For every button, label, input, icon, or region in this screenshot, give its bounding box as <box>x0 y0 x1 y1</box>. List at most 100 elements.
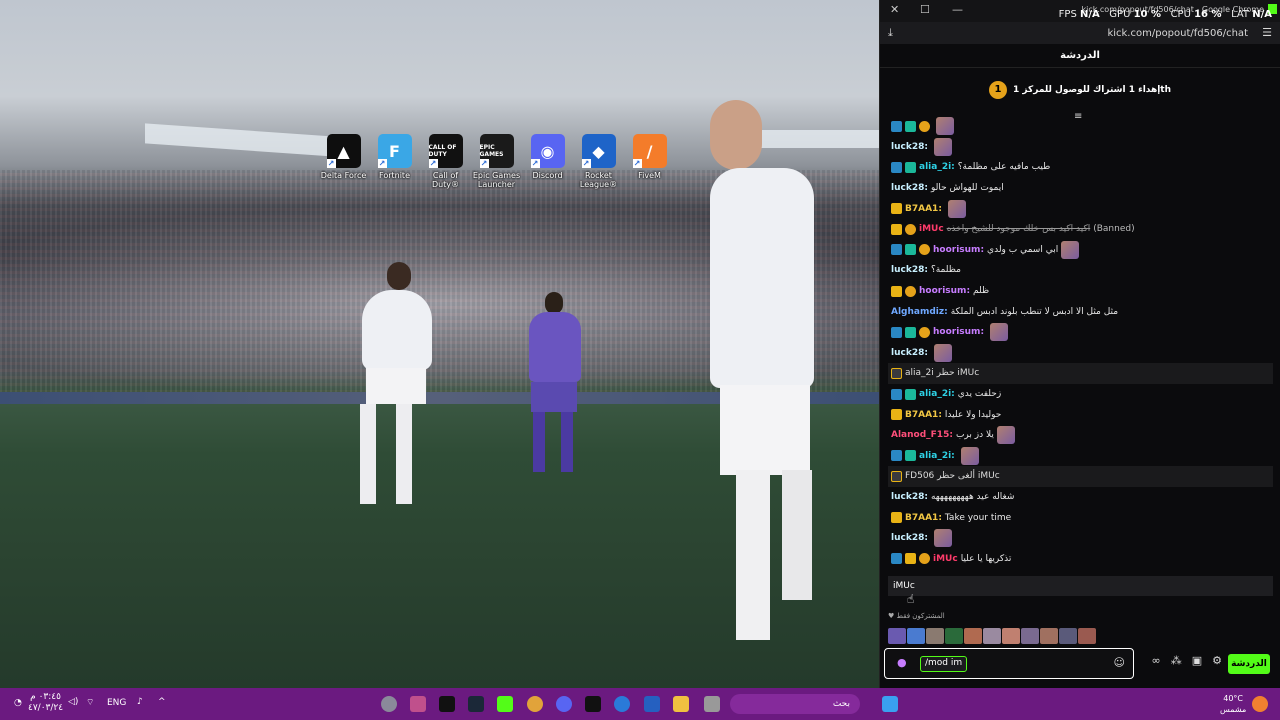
chat-message[interactable]: alia_2i: <box>888 446 1273 467</box>
emote-thumbnail[interactable] <box>1021 628 1039 644</box>
download-icon[interactable]: ⤓ <box>888 26 893 40</box>
chat-message[interactable]: B7AA1: <box>888 198 1273 219</box>
emote-thumbnail[interactable] <box>888 628 906 644</box>
settings-taskbar-icon[interactable] <box>381 696 397 712</box>
chat-message[interactable]: alia_2i: طيب مافيه على مظلمة؟ <box>888 157 1273 178</box>
maximize-icon[interactable]: ☐ <box>920 3 930 16</box>
chat-message[interactable]: hoorisum: ابي اسمي ب ولدي <box>888 240 1273 261</box>
chat-message[interactable]: iMUc تذكريها يا عليا <box>888 548 1273 569</box>
wifi-icon[interactable]: ⌔ <box>86 697 94 708</box>
chat-username[interactable]: iMUc <box>919 224 944 234</box>
mention-suggestion[interactable]: iMUc <box>888 576 1273 596</box>
chat-message[interactable]: hoorisum: ظلم <box>888 281 1273 302</box>
chat-message[interactable]: alia_2i: زحلفت يدي <box>888 384 1273 405</box>
network-icon[interactable]: ◔ <box>14 698 22 708</box>
desktop-shortcut[interactable]: ◆ ↗ Rocket League® <box>573 134 624 189</box>
users-icon[interactable]: ⁂ <box>1171 654 1182 667</box>
windows-start-icon[interactable] <box>882 696 898 712</box>
chat-message[interactable]: luck28: مظلمة؟ <box>888 260 1273 281</box>
chat-username[interactable]: B7AA1: <box>905 513 942 523</box>
app-taskbar-icon[interactable] <box>704 696 720 712</box>
desktop-shortcut[interactable]: CALL OF DUTY ↗ Call of Duty® <box>420 134 471 189</box>
emoji-icon[interactable]: ☺ <box>1114 656 1125 669</box>
steam-taskbar-icon[interactable] <box>468 696 484 712</box>
desktop-shortcut[interactable]: ▲ ↗ Delta Force <box>318 134 369 189</box>
kick-taskbar-icon[interactable] <box>497 696 513 712</box>
chat-message[interactable]: alia_2i حظر iMUc <box>888 363 1273 384</box>
chat-message[interactable]: B7AA1: Take your time <box>888 507 1273 528</box>
chat-username[interactable]: Alghamdiz: <box>891 307 948 317</box>
chat-username[interactable]: iMUc <box>933 554 958 564</box>
gift-icon[interactable]: ▣ <box>1192 654 1202 667</box>
chat-message[interactable]: Alghamdiz: مثل مثل الا ادبس لا تنطب بلوند… <box>888 301 1273 322</box>
chat-username[interactable]: luck28: <box>891 265 928 275</box>
send-button[interactable]: الدردشة <box>1228 654 1270 674</box>
rocket-league-taskbar-icon[interactable] <box>644 696 660 712</box>
chat-username[interactable]: B7AA1: <box>905 410 942 420</box>
chat-message[interactable]: luck28: <box>888 343 1273 364</box>
chat-username[interactable]: luck28: <box>891 533 928 543</box>
chat-username[interactable]: luck28: <box>891 183 928 193</box>
chat-username[interactable]: B7AA1: <box>905 204 942 214</box>
clock[interactable]: ٠٣:٤٥ م ٤٧/٠٣/٢٤ <box>28 692 63 714</box>
chat-message[interactable]: luck28: <box>888 137 1273 158</box>
emote-thumbnail[interactable] <box>1059 628 1077 644</box>
close-icon[interactable]: ✕ <box>890 3 899 16</box>
emote-thumbnail[interactable] <box>983 628 1001 644</box>
pinned-goal[interactable]: 1 إهداء 1 اشتراك للوصول للمركز 1th <box>880 68 1280 112</box>
emote-thumbnail[interactable] <box>926 628 944 644</box>
chat-username[interactable]: hoorisum: <box>919 286 970 296</box>
chat-username[interactable]: hoorisum: <box>933 327 984 337</box>
minimize-icon[interactable]: — <box>952 3 963 16</box>
chat-message[interactable]: luck28: ايموت للهواش حالو <box>888 178 1273 199</box>
microphone-icon[interactable]: ♪ <box>137 697 143 707</box>
emote-thumbnail[interactable] <box>907 628 925 644</box>
cod-taskbar-icon[interactable] <box>585 696 601 712</box>
chat-message[interactable] <box>888 116 1273 137</box>
chat-message[interactable]: iMUc اكيد اكيد بس خلك موجود للشيخ واخذه (B… <box>888 219 1273 240</box>
address-bar[interactable]: ⤓ kick.com/popout/fd506/chat ☰ <box>880 22 1280 44</box>
chat-username[interactable]: alia_2i: <box>919 451 955 461</box>
settings-icon[interactable]: ⚙ <box>1212 654 1222 667</box>
edge-taskbar-icon[interactable] <box>614 696 630 712</box>
chat-message[interactable]: luck28: شغاله عيد هههههههههه <box>888 487 1273 508</box>
emote-thumbnail[interactable] <box>1002 628 1020 644</box>
chat-username[interactable]: Alanod_F15: <box>891 430 953 440</box>
file-explorer-icon[interactable] <box>673 696 689 712</box>
chrome-taskbar-icon[interactable] <box>527 696 543 712</box>
taskbar-search[interactable]: بحث <box>730 694 860 714</box>
chat-username[interactable]: alia_2i: <box>919 162 955 172</box>
emote-thumbnail[interactable] <box>1078 628 1096 644</box>
link-icon[interactable]: ∞ <box>1152 654 1161 667</box>
chat-message[interactable]: Alanod_F15: يلا دز برب <box>888 425 1273 446</box>
emote-thumbnail[interactable] <box>1040 628 1058 644</box>
chat-username[interactable]: luck28: <box>891 348 928 358</box>
chat-username[interactable]: luck28: <box>891 492 928 502</box>
language-indicator[interactable]: ENG <box>107 698 126 708</box>
desktop-shortcut[interactable]: / ↗ FiveM <box>624 134 675 189</box>
chat-message[interactable]: hoorisum: <box>888 322 1273 343</box>
chat-input-text[interactable]: /mod im <box>920 656 968 672</box>
chat-message[interactable]: luck28: <box>888 528 1273 549</box>
emote-thumbnail[interactable] <box>964 628 982 644</box>
discord-taskbar-icon[interactable] <box>556 696 572 712</box>
desktop-shortcut[interactable]: F ↗ Fortnite <box>369 134 420 189</box>
desktop-shortcut[interactable]: EPIC GAMES ↗ Epic Games Launcher <box>471 134 522 189</box>
chevron-up-icon[interactable]: ^ <box>158 697 166 707</box>
chat-username[interactable]: alia_2i: <box>919 389 955 399</box>
desktop-shortcut[interactable]: ◉ ↗ Discord <box>522 134 573 189</box>
volume-icon[interactable]: ◁) <box>68 697 78 707</box>
tune-icon[interactable]: ☰ <box>1262 26 1272 39</box>
chat-message[interactable]: FD506 ألغى حظر iMUc <box>888 466 1273 487</box>
url-text[interactable]: kick.com/popout/fd506/chat <box>1107 28 1248 39</box>
mic-icon[interactable]: ● <box>897 656 907 669</box>
chat-username[interactable]: luck28: <box>891 142 928 152</box>
epic-taskbar-icon[interactable] <box>439 696 455 712</box>
emote-row[interactable] <box>888 628 1096 644</box>
emote-thumbnail[interactable] <box>945 628 963 644</box>
chat-input[interactable]: ● /mod im ☺ <box>884 648 1134 679</box>
chat-message[interactable]: B7AA1: حوليدا ولا عليدا <box>888 404 1273 425</box>
store-taskbar-icon[interactable] <box>410 696 426 712</box>
chat-username[interactable]: hoorisum: <box>933 245 984 255</box>
weather-widget[interactable]: 40°C مشمس <box>1220 693 1246 715</box>
